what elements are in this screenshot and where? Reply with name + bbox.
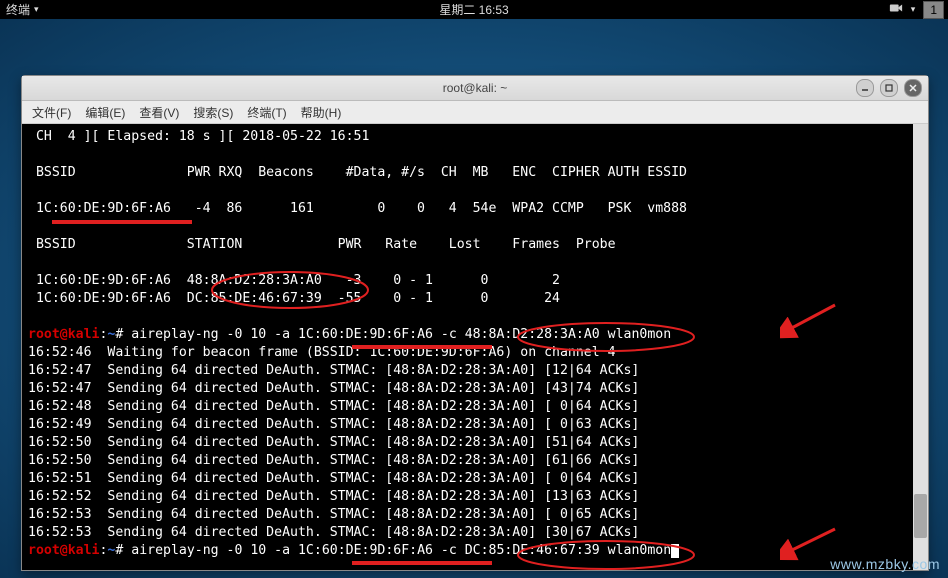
menu-view[interactable]: 查看(V): [139, 104, 179, 121]
minimize-button[interactable]: [856, 79, 874, 97]
top-panel: 终端 ▾ 星期二 16:53 ▾ 1: [0, 0, 948, 19]
menubar: 文件(F) 编辑(E) 查看(V) 搜索(S) 终端(T) 帮助(H): [22, 101, 928, 124]
menu-edit[interactable]: 编辑(E): [85, 104, 125, 121]
close-button[interactable]: [904, 79, 922, 97]
menu-terminal[interactable]: 终端(T): [247, 104, 286, 121]
cursor: [671, 544, 679, 558]
terminal-window: root@kali: ~ 文件(F) 编辑(E) 查看(V) 搜索(S) 终端(…: [21, 75, 929, 571]
scrollbar[interactable]: [913, 124, 928, 570]
scrollbar-thumb[interactable]: [914, 494, 927, 538]
menu-help[interactable]: 帮助(H): [301, 104, 342, 121]
command-1: aireplay-ng -0 10 -a 1C:60:DE:9D:6F:A6 -…: [131, 327, 671, 342]
prompt-user: root@kali: [28, 327, 99, 342]
window-titlebar[interactable]: root@kali: ~: [22, 76, 928, 101]
dropdown-icon: ▾: [34, 4, 39, 15]
window-title: root@kali: ~: [443, 81, 508, 95]
clock[interactable]: 星期二 16:53: [439, 1, 508, 18]
workspace-indicator[interactable]: 1: [923, 1, 944, 19]
prompt-user: root@kali: [28, 543, 99, 558]
app-menu-label[interactable]: 终端: [6, 1, 30, 18]
maximize-button[interactable]: [880, 79, 898, 97]
menu-search[interactable]: 搜索(S): [193, 104, 233, 121]
caret-icon[interactable]: ▾: [911, 4, 916, 15]
camera-icon[interactable]: [889, 1, 903, 18]
terminal-content[interactable]: CH 4 ][ Elapsed: 18 s ][ 2018-05-22 16:5…: [22, 124, 913, 570]
menu-file[interactable]: 文件(F): [32, 104, 71, 121]
watermark: www.mzbky.com: [830, 556, 940, 572]
command-2: aireplay-ng -0 10 -a 1C:60:DE:9D:6F:A6 -…: [131, 543, 671, 558]
